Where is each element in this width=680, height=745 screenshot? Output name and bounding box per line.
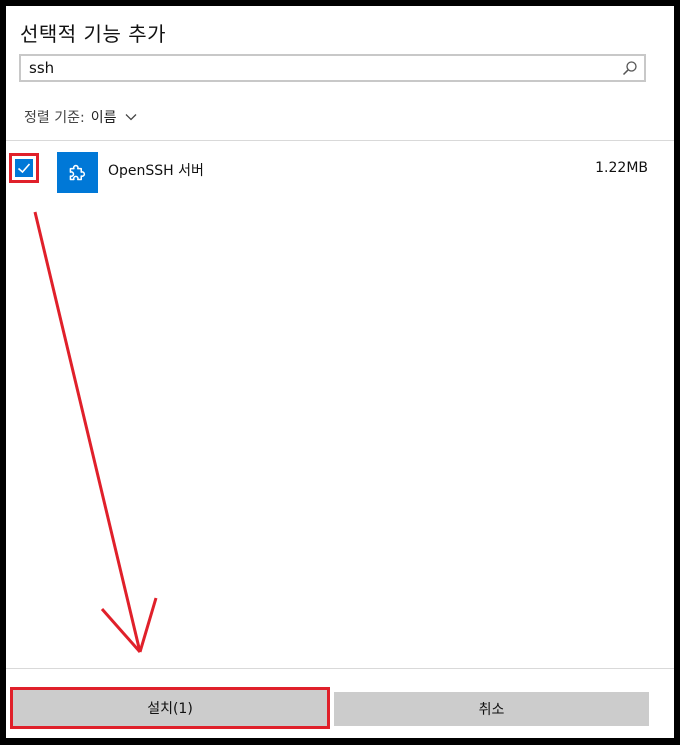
search-icon[interactable] <box>622 60 638 76</box>
feature-size: 1.22MB <box>595 160 648 176</box>
puzzle-piece-icon <box>57 152 98 193</box>
feature-checkbox[interactable] <box>15 159 33 177</box>
add-optional-feature-dialog: 선택적 기능 추가 정렬 기준: 이름 OpenSSH 서버 <box>5 5 675 739</box>
checkbox-highlight <box>9 153 39 183</box>
feature-name: OpenSSH 서버 <box>108 163 204 179</box>
list-divider <box>6 140 674 141</box>
checkmark-icon <box>17 163 31 174</box>
footer-divider <box>6 668 674 669</box>
dialog-title: 선택적 기능 추가 <box>20 22 167 46</box>
search-input[interactable] <box>21 56 632 80</box>
install-button[interactable]: 설치(1) <box>10 687 330 729</box>
chevron-down-icon <box>125 114 137 121</box>
sort-value: 이름 <box>90 110 117 126</box>
list-item[interactable]: OpenSSH 서버 1.22MB <box>6 144 674 200</box>
sort-dropdown[interactable]: 정렬 기준: 이름 <box>24 107 138 127</box>
cancel-button[interactable]: 취소 <box>334 692 649 726</box>
sort-label: 정렬 기준: <box>24 110 85 126</box>
search-box[interactable] <box>19 54 646 82</box>
